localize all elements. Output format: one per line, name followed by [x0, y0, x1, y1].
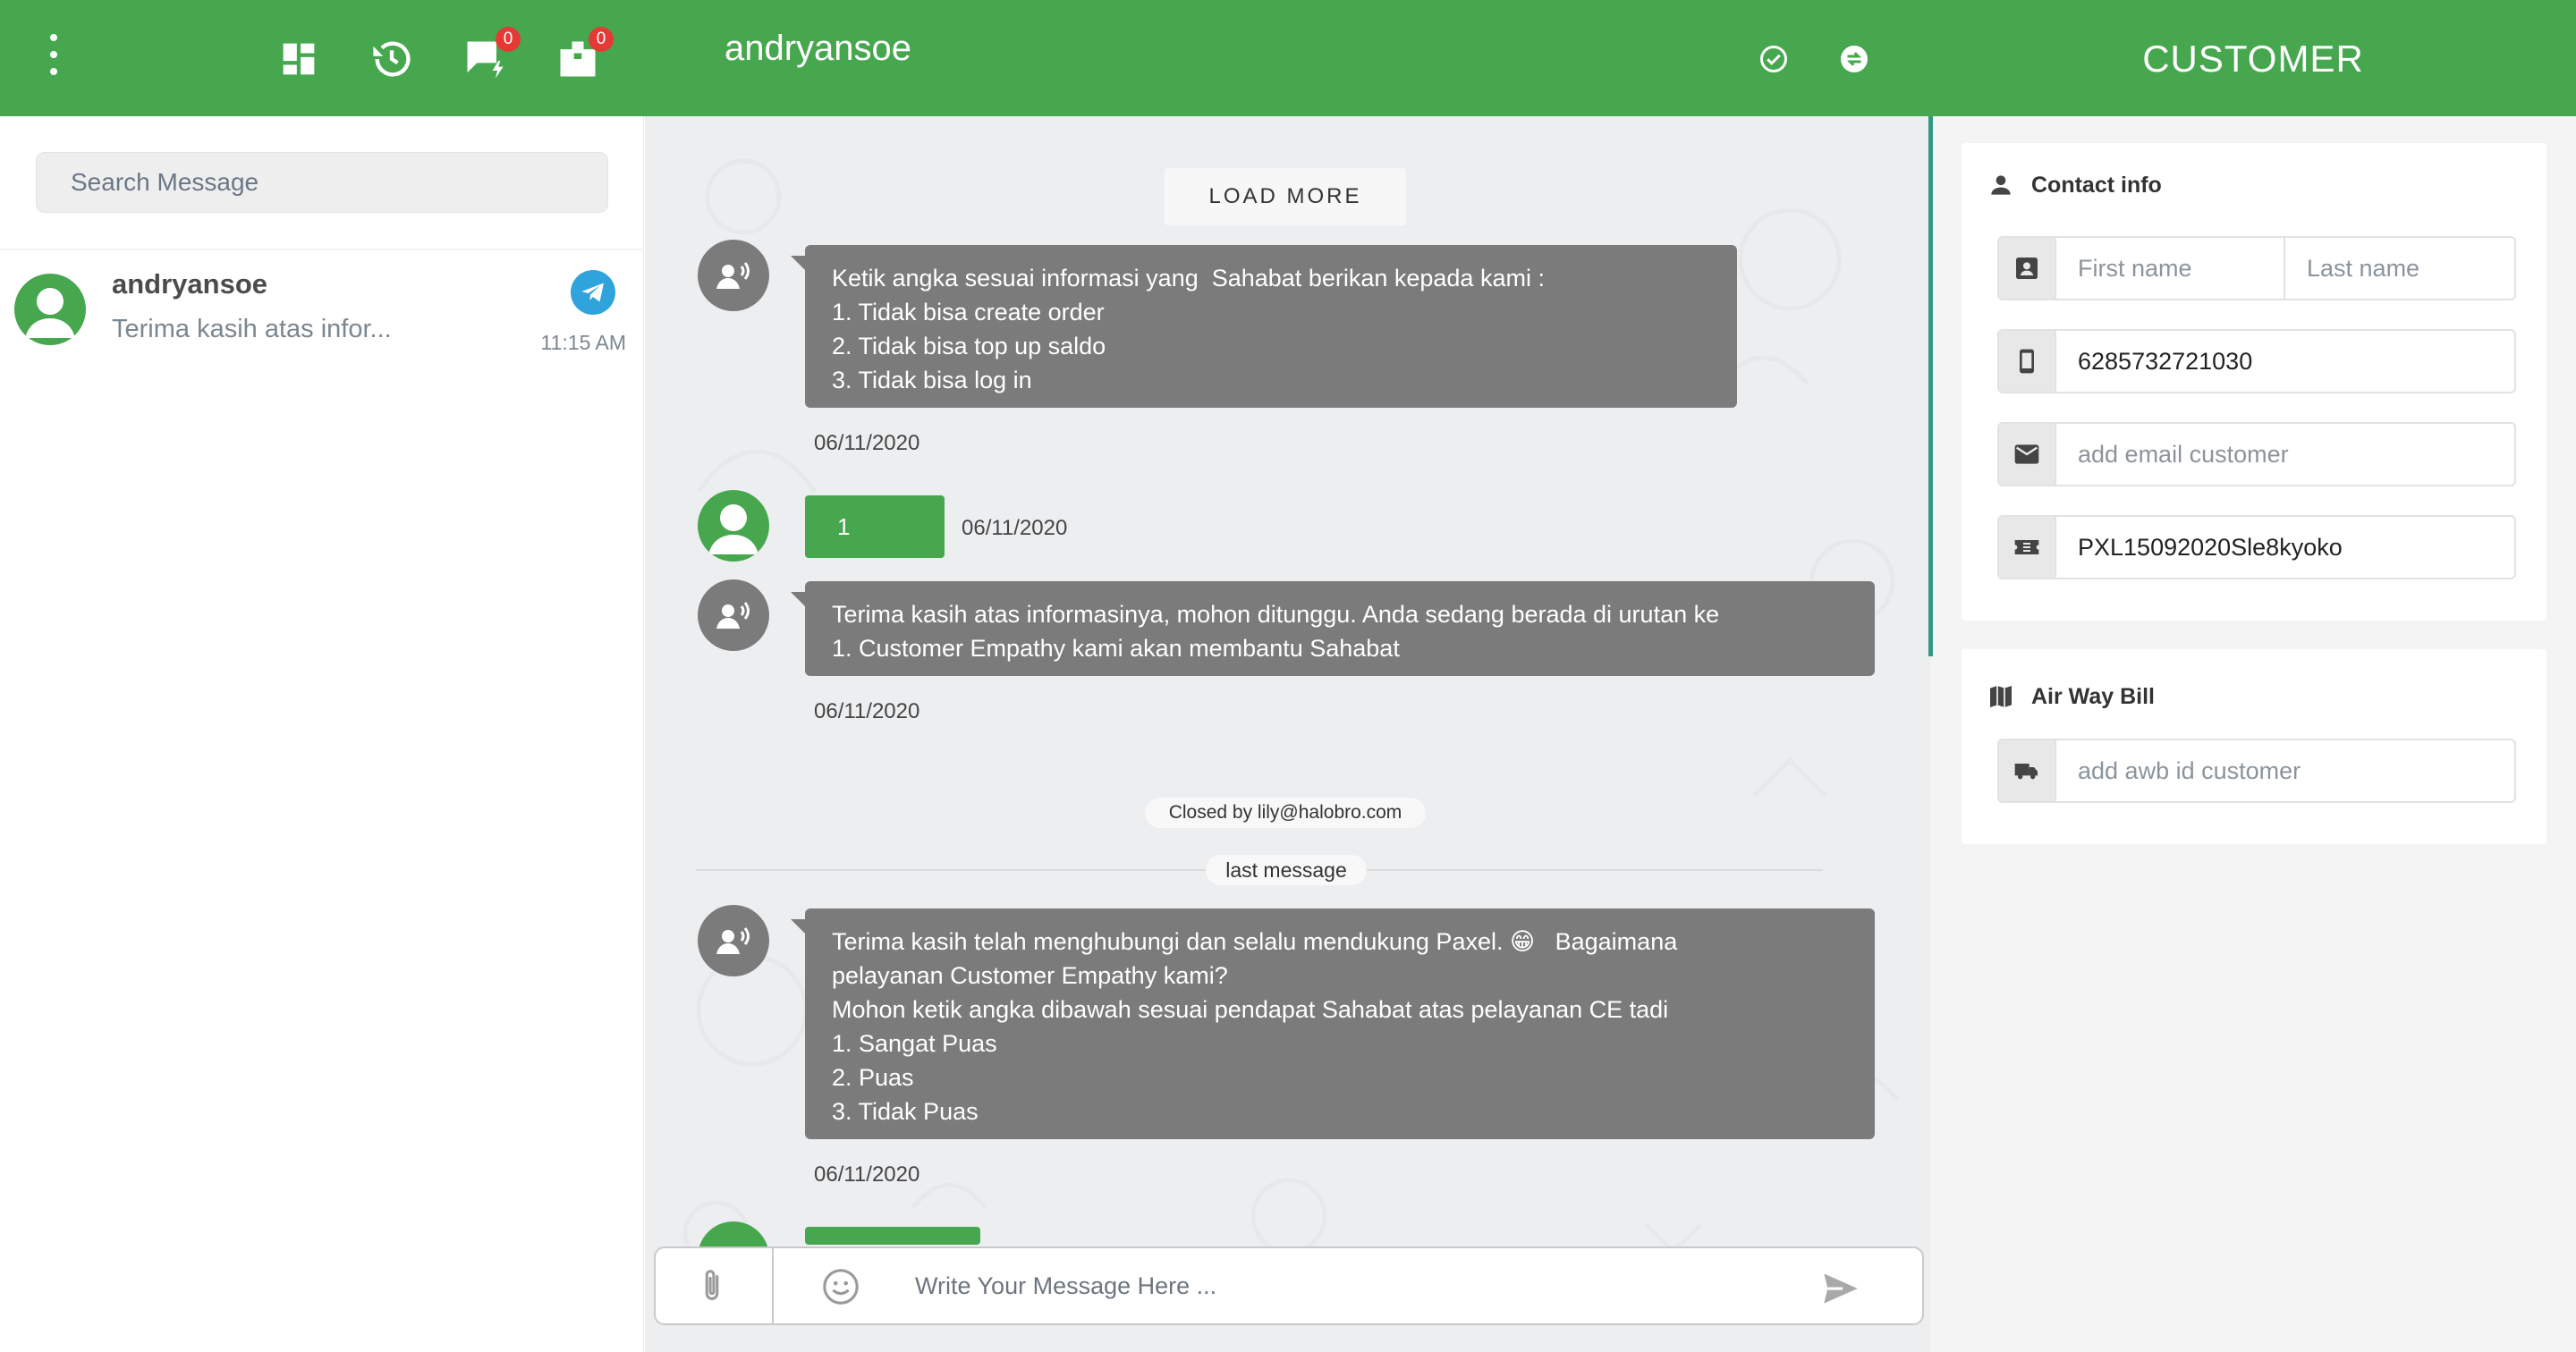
last-message-label: last message	[1206, 855, 1367, 885]
user-message-partial	[805, 1227, 980, 1245]
top-bar: 0 0 andryansoe CUSTOMER	[0, 0, 2576, 116]
user-message: 1	[805, 495, 945, 558]
truck-icon	[1999, 740, 2056, 801]
contact-card-icon	[1999, 238, 2056, 299]
air-way-bill-title: Air Way Bill	[2031, 683, 2155, 709]
message-line: Terima kasih atas informasinya, mohon di…	[832, 601, 1720, 628]
message-date: 06/11/2020	[814, 431, 920, 455]
ticket-icon[interactable]: 0	[555, 27, 614, 82]
chat-flash-icon[interactable]: 0	[462, 27, 521, 82]
history-icon[interactable]	[369, 36, 415, 82]
transfer-icon[interactable]	[1838, 43, 1870, 75]
message-line: Ketik angka sesuai informasi yang Sahaba…	[832, 265, 1545, 292]
message-line: Mohon ketik angka dibawah sesuai pendapa…	[832, 996, 1669, 1023]
phone-field	[1997, 329, 2516, 393]
dashboard-icon[interactable]	[275, 36, 322, 82]
conversation-time: 11:15 AM	[540, 331, 626, 354]
message-line: Terima kasih telah menghubungi dan selal…	[832, 928, 1678, 955]
message-line: 2. Tidak bisa top up saldo	[832, 333, 1106, 359]
conversation-list-panel: Search Message andryansoe Terima kasih a…	[0, 116, 644, 1352]
contact-info-header: Contact info	[1987, 170, 2162, 200]
chat-count-badge: 0	[496, 27, 521, 52]
email-input[interactable]	[2056, 424, 2514, 485]
chat-area: LOAD MORE Ketik angka sesuai informasi y…	[645, 116, 1930, 1352]
name-field	[1997, 236, 2516, 300]
contact-info-card: Contact info	[1962, 143, 2546, 621]
last-name-input[interactable]	[2285, 238, 2514, 299]
load-more-button[interactable]: LOAD MORE	[1165, 168, 1406, 225]
check-circle-icon[interactable]	[1758, 43, 1790, 75]
awb-field	[1997, 739, 2516, 803]
telegram-icon	[571, 270, 615, 315]
message-date: 06/11/2020	[814, 699, 920, 723]
user-avatar	[698, 490, 769, 562]
message-line: 2. Puas	[832, 1064, 914, 1091]
air-way-bill-card: Air Way Bill	[1962, 649, 2546, 844]
phone-input[interactable]	[2056, 331, 2514, 392]
awb-input[interactable]	[2056, 740, 2514, 801]
phone-icon	[1999, 331, 2056, 392]
ticket-field	[1997, 515, 2516, 579]
mail-icon	[1999, 424, 2056, 485]
map-icon	[1990, 686, 2012, 707]
message-date: 06/11/2020	[962, 516, 1068, 540]
message-input[interactable]	[915, 1263, 1809, 1309]
menu-dots-icon[interactable]	[43, 34, 64, 75]
message-line: 1. Tidak bisa create order	[832, 299, 1105, 325]
panel-accent-line	[1928, 116, 1933, 656]
air-way-bill-header: Air Way Bill	[1987, 681, 2155, 712]
closed-by-label: Closed by lily@halobro.com	[1145, 798, 1426, 828]
contact-info-title: Contact info	[2031, 172, 2162, 198]
bot-avatar	[698, 579, 769, 651]
chat-title: andryansoe	[724, 29, 912, 68]
send-icon[interactable]	[1818, 1266, 1863, 1311]
message-line: 3. Tidak Puas	[832, 1098, 979, 1125]
ticket-id-input[interactable]	[2056, 517, 2514, 578]
conversation-name: andryansoe	[112, 268, 268, 300]
ticket-icon	[1999, 517, 2056, 578]
attachment-icon[interactable]	[691, 1266, 733, 1307]
message-line: 3. Tidak bisa log in	[832, 367, 1032, 393]
message-line: pelayanan Customer Empathy kami?	[832, 962, 1228, 989]
ticket-count-badge: 0	[589, 27, 614, 52]
message-date: 06/11/2020	[814, 1162, 920, 1187]
person-icon	[1991, 175, 2011, 195]
bot-avatar	[698, 240, 769, 311]
bot-message: Terima kasih telah menghubungi dan selal…	[791, 908, 1875, 1139]
bot-message: Ketik angka sesuai informasi yang Sahaba…	[791, 245, 1737, 408]
search-input[interactable]: Search Message	[36, 152, 608, 213]
conversation-preview: Terima kasih atas infor...	[112, 315, 392, 343]
message-line: 1. Customer Empathy kami akan membantu S…	[832, 635, 1400, 662]
composer-divider	[772, 1248, 774, 1323]
message-line: 1. Sangat Puas	[832, 1030, 997, 1057]
email-field	[1997, 422, 2516, 486]
message-composer	[654, 1246, 1924, 1325]
avatar	[14, 274, 86, 345]
first-name-input[interactable]	[2056, 238, 2284, 299]
customer-panel-title: CUSTOMER	[2142, 38, 2364, 80]
bot-avatar	[698, 905, 769, 976]
conversation-item[interactable]: andryansoe Terima kasih atas infor... 11…	[0, 250, 644, 358]
customer-panel: Contact info First name Last name 628573…	[1930, 116, 2576, 1352]
bot-message: Terima kasih atas informasinya, mohon di…	[791, 581, 1875, 676]
emoji-icon[interactable]	[820, 1266, 861, 1307]
